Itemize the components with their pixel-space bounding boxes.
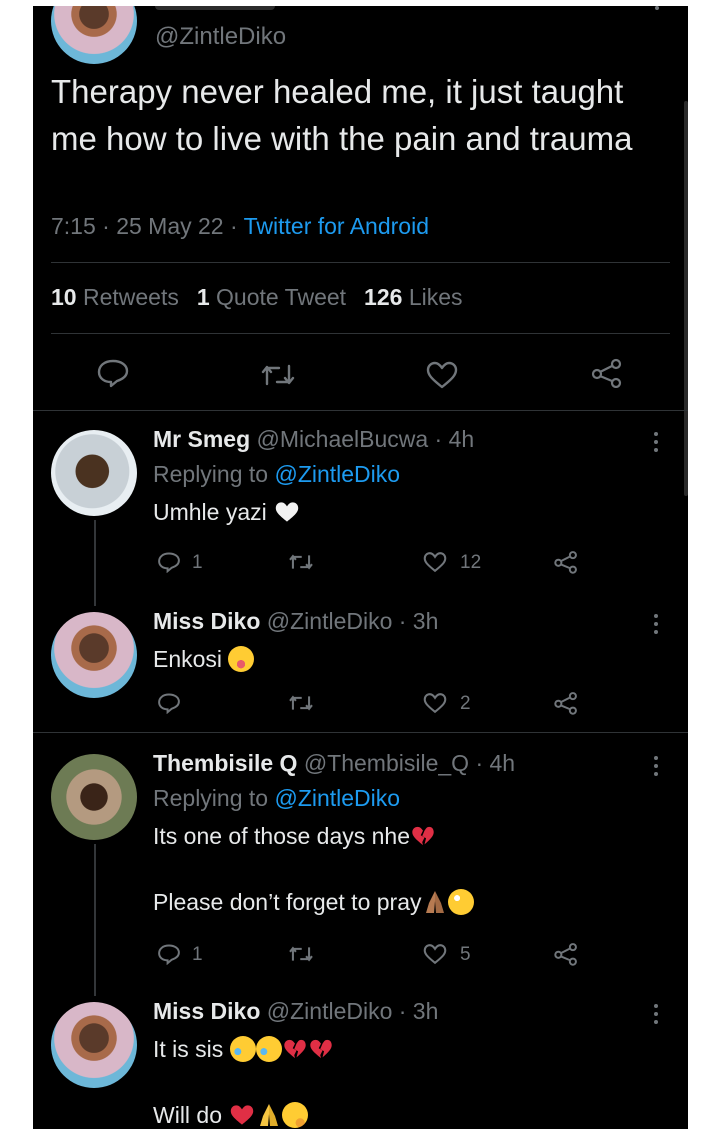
reply-text-2: Will do xyxy=(153,1100,673,1129)
tweet-meta: 7:15 · 25 May 22 · Twitter for Android xyxy=(51,213,429,240)
reply-item[interactable]: Mr Smeg @MichaelBucwa · 4h Replying to @… xyxy=(153,426,673,527)
more-icon[interactable] xyxy=(653,6,661,14)
divider xyxy=(51,333,670,334)
white-heart-icon xyxy=(275,502,299,522)
reply-text: It is sis xyxy=(153,1034,673,1064)
smiling-face-icon xyxy=(228,646,255,672)
like-count: 2 xyxy=(460,693,471,714)
reply-header: Mr Smeg @MichaelBucwa · 4h xyxy=(153,426,673,453)
reply-header: Miss Diko @ZintleDiko · 3h xyxy=(153,608,673,635)
author-handle[interactable]: @ZintleDiko xyxy=(155,23,286,51)
divider xyxy=(51,262,670,263)
tweet-source-link[interactable]: Twitter for Android xyxy=(244,213,429,239)
reply-avatar[interactable] xyxy=(51,430,137,516)
share-icon[interactable] xyxy=(553,942,579,966)
thread-line xyxy=(94,520,96,606)
reply-avatar[interactable] xyxy=(51,754,137,840)
more-icon[interactable] xyxy=(654,756,660,780)
reply-handle-time: @ZintleDiko · 3h xyxy=(260,998,439,1024)
thread-line xyxy=(94,844,96,996)
rolling-eyes-icon xyxy=(447,889,474,915)
replying-to-link[interactable]: @ZintleDiko xyxy=(274,461,400,487)
red-heart-icon xyxy=(231,1105,254,1125)
reply-handle-time: @MichaelBucwa · 4h xyxy=(250,426,475,452)
reply-handle-time: @ZintleDiko · 3h xyxy=(260,608,439,634)
reply-item[interactable]: Miss Diko @ZintleDiko · 3h Enkosi xyxy=(153,608,673,674)
reply-name[interactable]: Thembisile Q xyxy=(153,750,297,776)
retweet-icon[interactable] xyxy=(287,943,315,965)
replying-to-link[interactable]: @ZintleDiko xyxy=(274,785,400,811)
like-count: 5 xyxy=(460,944,471,965)
scrollbar[interactable] xyxy=(684,101,688,496)
reply-avatar[interactable] xyxy=(51,612,137,698)
reply-text-2: Please don’t forget to pray xyxy=(153,887,673,917)
broken-heart-icon xyxy=(412,826,434,846)
author-name-cutoff xyxy=(155,6,275,10)
like-icon[interactable] xyxy=(422,551,448,573)
crying-face-icon xyxy=(255,1036,282,1062)
hugging-face-icon xyxy=(282,1102,309,1128)
reply-icon[interactable] xyxy=(96,358,130,388)
reply-text: Umhle yazi xyxy=(153,497,673,527)
reply-header: Thembisile Q @Thembisile_Q · 4h xyxy=(153,750,673,777)
divider xyxy=(33,410,688,411)
quotes-stat[interactable]: 1 Quote Tweet xyxy=(197,284,346,310)
reply-avatar[interactable] xyxy=(51,1002,137,1088)
reply-item[interactable]: Miss Diko @ZintleDiko · 3h It is sis Wil… xyxy=(153,998,673,1129)
reply-icon[interactable] xyxy=(157,551,181,573)
share-icon[interactable] xyxy=(553,691,579,715)
reply-handle-time: @Thembisile_Q · 4h xyxy=(297,750,516,776)
like-icon[interactable] xyxy=(422,692,448,714)
more-icon[interactable] xyxy=(654,432,660,456)
folded-hands-icon xyxy=(260,1104,279,1126)
likes-stat[interactable]: 126 Likes xyxy=(364,284,462,310)
more-icon[interactable] xyxy=(654,614,660,638)
reply-count: 1 xyxy=(192,552,203,573)
reply-name[interactable]: Miss Diko xyxy=(153,998,260,1024)
retweet-icon[interactable] xyxy=(287,551,315,573)
retweet-icon[interactable] xyxy=(287,692,315,714)
reply-name[interactable]: Miss Diko xyxy=(153,608,260,634)
engagement-stats: 10 Retweets 1 Quote Tweet 126 Likes xyxy=(51,284,463,311)
tweet-text: Therapy never healed me, it just taught … xyxy=(51,73,633,157)
reply-icon[interactable] xyxy=(157,943,181,965)
tweet-thread-screen: @ZintleDiko Therapy never healed me, it … xyxy=(33,6,688,1129)
replying-to: Replying to @ZintleDiko xyxy=(153,461,401,487)
reply-text: Enkosi xyxy=(153,644,673,674)
reply-item[interactable]: Thembisile Q @Thembisile_Q · 4h Replying… xyxy=(153,750,673,917)
reply-name[interactable]: Mr Smeg xyxy=(153,426,250,452)
broken-heart-icon xyxy=(283,1039,306,1059)
reply-count: 1 xyxy=(192,944,203,965)
divider xyxy=(33,732,688,733)
broken-heart-icon xyxy=(309,1039,332,1059)
like-icon[interactable] xyxy=(422,943,448,965)
reply-header: Miss Diko @ZintleDiko · 3h xyxy=(153,998,673,1025)
share-icon[interactable] xyxy=(590,358,624,388)
reply-icon[interactable] xyxy=(157,692,181,714)
tweet-timestamp[interactable]: 7:15 · 25 May 22 · xyxy=(51,213,244,239)
retweets-stat[interactable]: 10 Retweets xyxy=(51,284,179,310)
replying-to: Replying to @ZintleDiko xyxy=(153,785,401,811)
author-avatar[interactable] xyxy=(51,6,137,64)
crying-face-icon xyxy=(229,1036,256,1062)
share-icon[interactable] xyxy=(553,550,579,574)
retweet-icon[interactable] xyxy=(259,360,297,390)
reply-text: Its one of those days nhe xyxy=(153,821,673,851)
folded-hands-icon xyxy=(425,891,444,913)
like-icon[interactable] xyxy=(425,360,459,390)
like-count: 12 xyxy=(460,552,482,573)
more-icon[interactable] xyxy=(654,1004,660,1028)
